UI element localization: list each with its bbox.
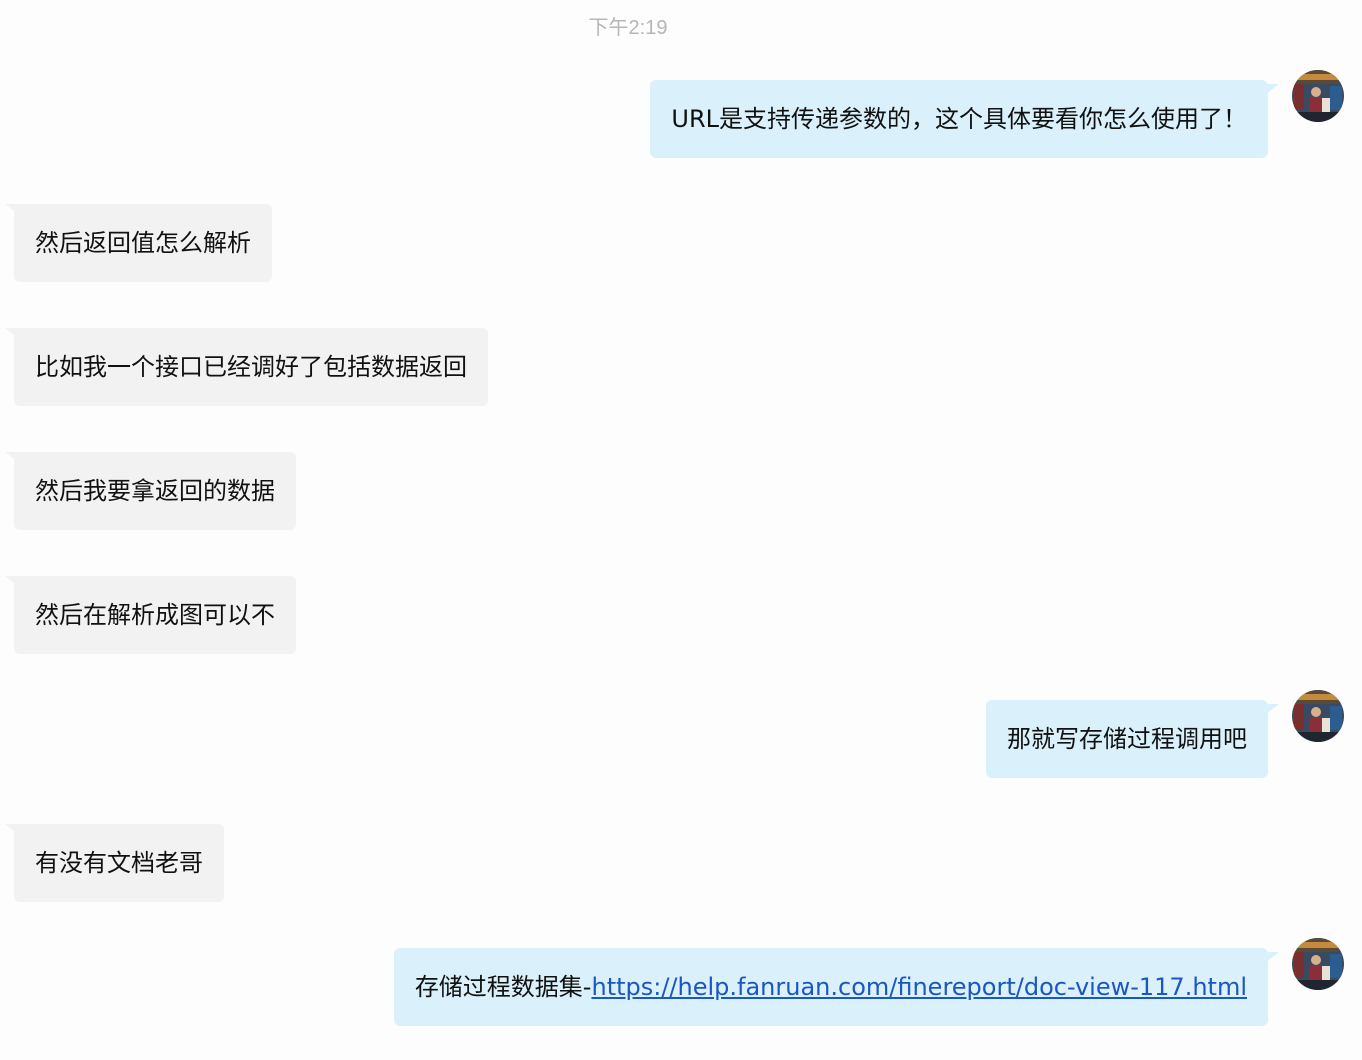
incoming-message[interactable]: 然后在解析成图可以不	[14, 576, 296, 654]
message-text: 存储过程数据集-	[414, 973, 592, 1001]
message-text: 然后我要拿返回的数据	[35, 477, 275, 505]
incoming-message[interactable]: 然后我要拿返回的数据	[14, 452, 296, 530]
incoming-message[interactable]: 有没有文档老哥	[14, 824, 224, 902]
message-text: URL是支持传递参数的，这个具体要看你怎么使用了！	[671, 105, 1247, 133]
chat-window: 下午2:19 URL是支持传递参数的，这个具体要看你怎么使用了！ 然后返回值怎么…	[0, 0, 1362, 1060]
doc-link[interactable]: https://help.fanruan.com/finereport/doc-…	[591, 973, 1247, 1001]
sender-avatar-icon[interactable]	[1292, 690, 1344, 742]
outgoing-message[interactable]: 那就写存储过程调用吧	[986, 700, 1268, 778]
outgoing-message[interactable]: URL是支持传递参数的，这个具体要看你怎么使用了！	[650, 80, 1268, 158]
incoming-message[interactable]: 然后返回值怎么解析	[14, 204, 272, 282]
message-text: 比如我一个接口已经调好了包括数据返回	[35, 353, 467, 381]
incoming-message[interactable]: 比如我一个接口已经调好了包括数据返回	[14, 328, 488, 406]
message-text: 然后在解析成图可以不	[35, 601, 275, 629]
sender-avatar-icon[interactable]	[1292, 70, 1344, 122]
outgoing-message[interactable]: 存储过程数据集-https://help.fanruan.com/finerep…	[393, 948, 1268, 1026]
message-text: 那就写存储过程调用吧	[1007, 725, 1247, 753]
message-timestamp: 下午2:19	[588, 17, 668, 39]
sender-avatar-icon[interactable]	[1292, 938, 1344, 990]
message-text: 然后返回值怎么解析	[35, 229, 251, 257]
message-text: 有没有文档老哥	[35, 849, 203, 877]
